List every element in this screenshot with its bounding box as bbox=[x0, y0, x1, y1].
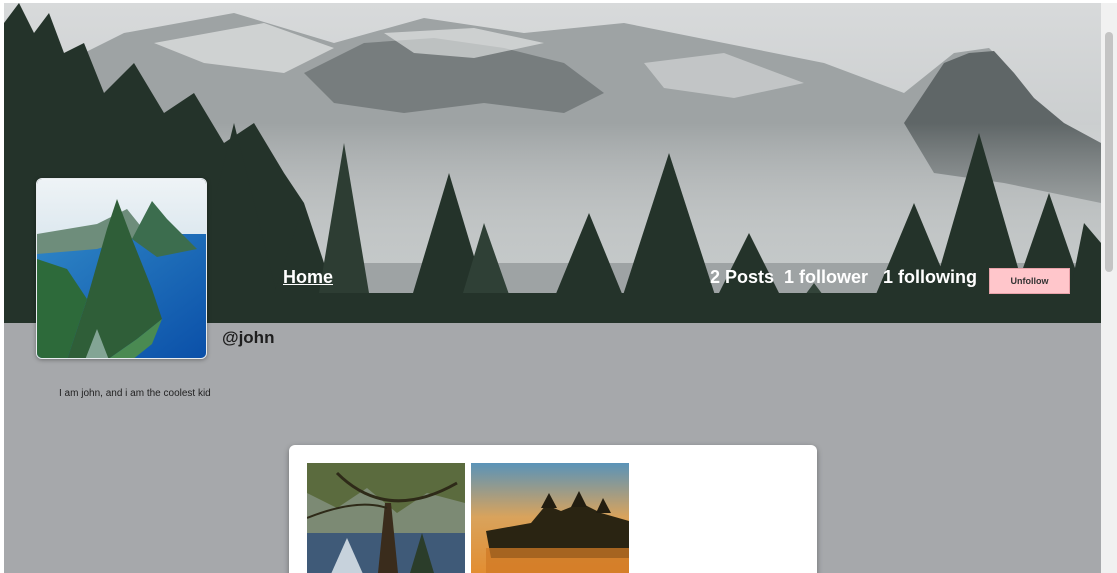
nav-home-link[interactable]: Home bbox=[283, 267, 333, 288]
page-scrollbar[interactable] bbox=[1101, 0, 1117, 573]
profile-page: Home 2 Posts 1 follower 1 following Unfo… bbox=[4, 3, 1101, 573]
following-count[interactable]: 1 following bbox=[883, 267, 977, 288]
profile-bio: I am john, and i am the coolest kid bbox=[59, 388, 211, 399]
profile-username: @john bbox=[222, 328, 275, 347]
browser-viewport: Home 2 Posts 1 follower 1 following Unfo… bbox=[0, 0, 1117, 573]
posts-grid bbox=[289, 445, 817, 573]
unfollow-button[interactable]: Unfollow bbox=[989, 268, 1070, 294]
scrollbar-thumb[interactable] bbox=[1105, 32, 1113, 272]
sunset-lake-image bbox=[471, 463, 629, 573]
posts-count[interactable]: 2 Posts bbox=[710, 267, 774, 288]
followers-count[interactable]: 1 follower bbox=[784, 267, 868, 288]
post-thumbnail[interactable] bbox=[471, 463, 629, 573]
tree-landscape-image bbox=[307, 463, 465, 573]
profile-avatar[interactable] bbox=[36, 178, 207, 359]
window-top-edge bbox=[0, 0, 1117, 3]
avatar-image bbox=[37, 179, 206, 358]
post-thumbnail[interactable] bbox=[307, 463, 465, 573]
